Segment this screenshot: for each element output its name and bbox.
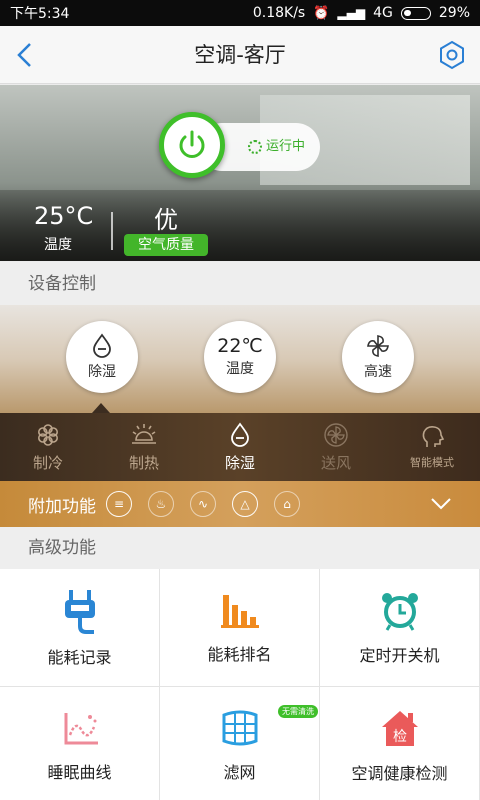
mode-control-label: 除湿 — [88, 364, 116, 380]
health-check-icon-text: 检 — [393, 729, 407, 745]
fan-icon — [367, 335, 389, 357]
page-title: 空调-客厅 — [194, 43, 286, 67]
clean-icon[interactable]: ⌂ — [274, 491, 300, 517]
indoor-temperature-label: 温度 — [44, 237, 72, 253]
set-temperature-value: 22℃ — [217, 335, 263, 357]
mode-dehumidify[interactable]: 除湿 — [192, 413, 288, 481]
feature-label: 滤网 — [223, 762, 256, 782]
bar-chart-icon — [220, 594, 259, 628]
dehumidify-icon — [93, 333, 111, 358]
feature-filter[interactable]: 无需清洗 滤网 — [160, 687, 320, 800]
wind-direction-icon[interactable]: ≡ — [106, 491, 132, 517]
mode-smart[interactable]: 智能模式 — [384, 413, 480, 481]
feature-label: 能耗排名 — [207, 644, 272, 664]
feature-health-check[interactable]: 检 空调健康检测 — [320, 687, 480, 800]
status-time: 下午5:34 — [10, 6, 70, 22]
power-button[interactable] — [159, 112, 225, 178]
extra-functions-label: 附加功能 — [28, 496, 96, 517]
mode-control-button[interactable]: 除湿 — [66, 321, 138, 393]
battery-icon — [400, 6, 431, 20]
fan-icon — [324, 422, 348, 447]
filter-status-badge: 无需清洗 — [278, 705, 318, 718]
plug-icon — [64, 589, 95, 634]
mode-fan-label: 送风 — [320, 453, 351, 472]
mode-heat[interactable]: 制热 — [96, 413, 192, 481]
sun-icon — [132, 423, 156, 444]
feature-label: 睡眠曲线 — [47, 762, 112, 782]
settings-button[interactable] — [436, 39, 468, 71]
advanced-features-header: 高级功能 — [0, 527, 480, 569]
mode-cool-label: 制冷 — [32, 453, 63, 472]
filter-net-icon — [222, 710, 257, 745]
health-house-icon: 检 — [381, 710, 418, 746]
snowflake-icon — [38, 423, 59, 446]
fan-speed-label: 高速 — [364, 364, 392, 380]
title-bar: 空调-客厅 — [0, 26, 480, 84]
feature-label: 空调健康检测 — [351, 763, 448, 783]
power-icon — [179, 130, 205, 158]
electric-heat-icon[interactable]: ∿ — [190, 491, 216, 517]
feature-energy-ranking[interactable]: 能耗排名 — [160, 569, 320, 687]
status-bar: 下午5:34 0.18K/s ⏰ ▂▄▆ 4G 29% — [0, 0, 480, 26]
feature-label: 定时开关机 — [359, 645, 440, 665]
chevron-down-icon[interactable] — [428, 495, 454, 513]
mode-heat-label: 制热 — [128, 453, 159, 472]
running-label: 运行中 — [266, 139, 306, 154]
room-hero-image — [0, 85, 480, 261]
mode-selector: 制冷 制热 除湿 送风 智能模式 — [0, 413, 480, 481]
device-control-header: 设备控制 — [0, 262, 480, 306]
mode-fan[interactable]: 送风 — [288, 413, 384, 481]
air-quality-badge: 空气质量 — [124, 234, 208, 256]
status-speed: 0.18K/s — [252, 5, 306, 21]
air-quality-value: 优 — [154, 206, 178, 234]
bell-icon[interactable]: △ — [232, 491, 258, 517]
feature-energy-record[interactable]: 能耗记录 — [0, 569, 160, 687]
heating-assist-icon[interactable]: ♨ — [148, 491, 174, 517]
mode-dehumidify-label: 除湿 — [224, 453, 255, 472]
status-network: 4G — [373, 5, 393, 21]
feature-timer[interactable]: 定时开关机 — [320, 569, 480, 687]
smart-head-icon — [422, 426, 445, 447]
temperature-control-label: 温度 — [226, 361, 254, 377]
gear-icon — [440, 40, 464, 70]
signal-icon: ▂▄▆ — [337, 6, 366, 20]
alarm-clock-icon — [381, 592, 418, 631]
mode-smart-label: 智能模式 — [410, 456, 454, 469]
sleep-curve-icon — [64, 712, 98, 744]
feature-sleep-curve[interactable]: 睡眠曲线 — [0, 687, 160, 800]
feature-grid: 能耗记录 能耗排名 定时开关机 睡眠曲线 无需清洗 滤网 检 空调健康检测 — [0, 569, 480, 800]
extra-functions-bar[interactable]: 附加功能 ≡ ♨ ∿ △ ⌂ — [0, 481, 480, 527]
mode-cool[interactable]: 制冷 — [0, 413, 96, 481]
hero-divider — [111, 212, 113, 250]
feature-label: 能耗记录 — [47, 647, 112, 667]
alarm-status-icon: ⏰ — [313, 5, 330, 21]
fan-speed-control-button[interactable]: 高速 — [342, 321, 414, 393]
drop-icon — [231, 421, 249, 447]
temperature-control-button[interactable]: 22℃ 温度 — [204, 321, 276, 393]
selected-caret — [92, 403, 110, 413]
running-spinner-icon — [248, 140, 262, 154]
status-battery: 29% — [438, 5, 470, 21]
indoor-temperature: 25°C — [34, 202, 94, 230]
